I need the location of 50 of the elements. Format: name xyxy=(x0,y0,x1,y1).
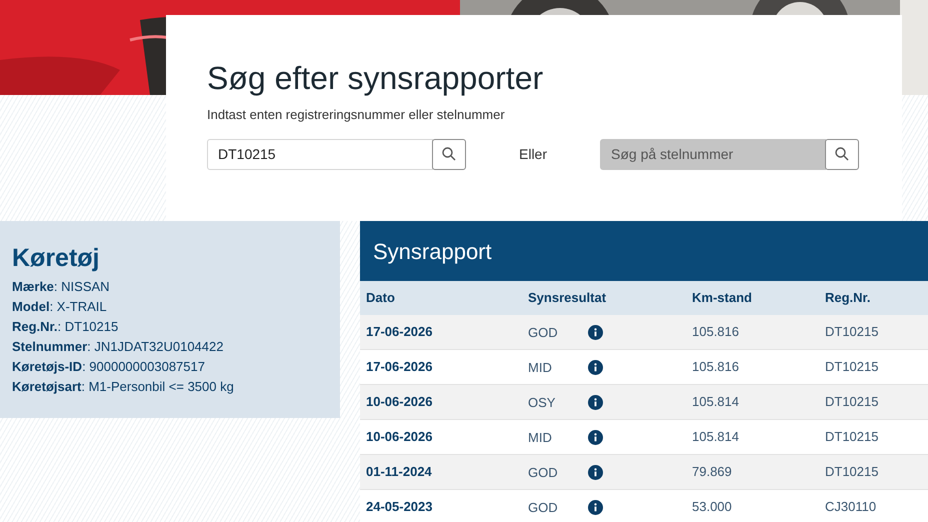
km-cell-text: 79.869 xyxy=(692,463,732,482)
search-field[interactable]: DT10215 xyxy=(207,138,433,170)
column-header: Reg.Nr. xyxy=(825,289,871,308)
info-icon[interactable] xyxy=(588,500,603,514)
result-cell-text: GOD xyxy=(528,324,559,342)
reg-cell-text: DT10215 xyxy=(825,428,878,446)
search-button[interactable] xyxy=(432,138,466,170)
date-cell-text: 10-06-2026 xyxy=(366,393,432,412)
result-cell-text: MID xyxy=(528,359,553,378)
reg-cell-text: CJ30110 xyxy=(825,498,876,516)
info-icon[interactable] xyxy=(588,464,603,480)
vehicle-detail: Model: X-TRAIL xyxy=(12,298,108,316)
km-cell-text: 53.000 xyxy=(692,498,732,516)
result-cell-text: GOD xyxy=(528,464,559,482)
vehicle-detail: Køretøjsart: M1-Personbil <= 3500 kg xyxy=(12,378,235,396)
search-icon xyxy=(834,146,850,162)
info-icon[interactable] xyxy=(588,324,603,340)
reg-cell-text: DT10215 xyxy=(825,358,878,376)
search-button[interactable] xyxy=(825,138,860,170)
reg-cell-text: DT10215 xyxy=(825,323,878,342)
km-cell-text: 105.816 xyxy=(692,323,739,342)
result-cell-text: MID xyxy=(528,429,553,448)
result-cell-text: GOD xyxy=(528,499,559,518)
vehicle-detail: Køretøjs-ID: 9000000003087517 xyxy=(12,358,206,376)
date-cell-text: 24-05-2023 xyxy=(366,498,432,516)
date-cell-text: 01-11-2024 xyxy=(366,463,432,482)
page-subtitle: Indtast enten registreringsnummer eller stelnummer xyxy=(207,106,506,124)
km-cell-text: 105.814 xyxy=(692,393,739,412)
column-header: Km-stand xyxy=(692,289,752,308)
info-icon[interactable] xyxy=(588,360,603,374)
vehicle-detail: Mærke: NISSAN xyxy=(12,278,111,296)
info-icon[interactable] xyxy=(588,394,603,410)
column-header: Dato xyxy=(366,289,395,308)
report-title: Synsrapport xyxy=(373,238,492,266)
column-header: Synsresultat xyxy=(528,289,606,308)
vehicle-detail: Stelnummer: JN1JDAT32U0104422 xyxy=(12,338,224,356)
separator-label: Eller xyxy=(519,144,548,164)
info-icon[interactable] xyxy=(588,430,603,444)
date-cell-text: 10-06-2026 xyxy=(366,428,432,446)
reg-cell-text: DT10215 xyxy=(825,393,878,412)
result-cell-text: OSY xyxy=(528,394,556,412)
page-title: Søg efter synsrapporter xyxy=(207,59,544,97)
km-cell-text: 105.814 xyxy=(692,428,739,446)
date-cell-text: 17-06-2026 xyxy=(366,358,432,376)
vehicle-title: Køretøj xyxy=(12,243,100,273)
km-cell-text: 105.816 xyxy=(692,358,739,376)
date-cell-text: 17-06-2026 xyxy=(366,323,432,342)
vehicle-detail: Reg.Nr.: DT10215 xyxy=(12,318,120,336)
reg-cell-text: DT10215 xyxy=(825,463,878,482)
search-icon xyxy=(441,146,457,162)
